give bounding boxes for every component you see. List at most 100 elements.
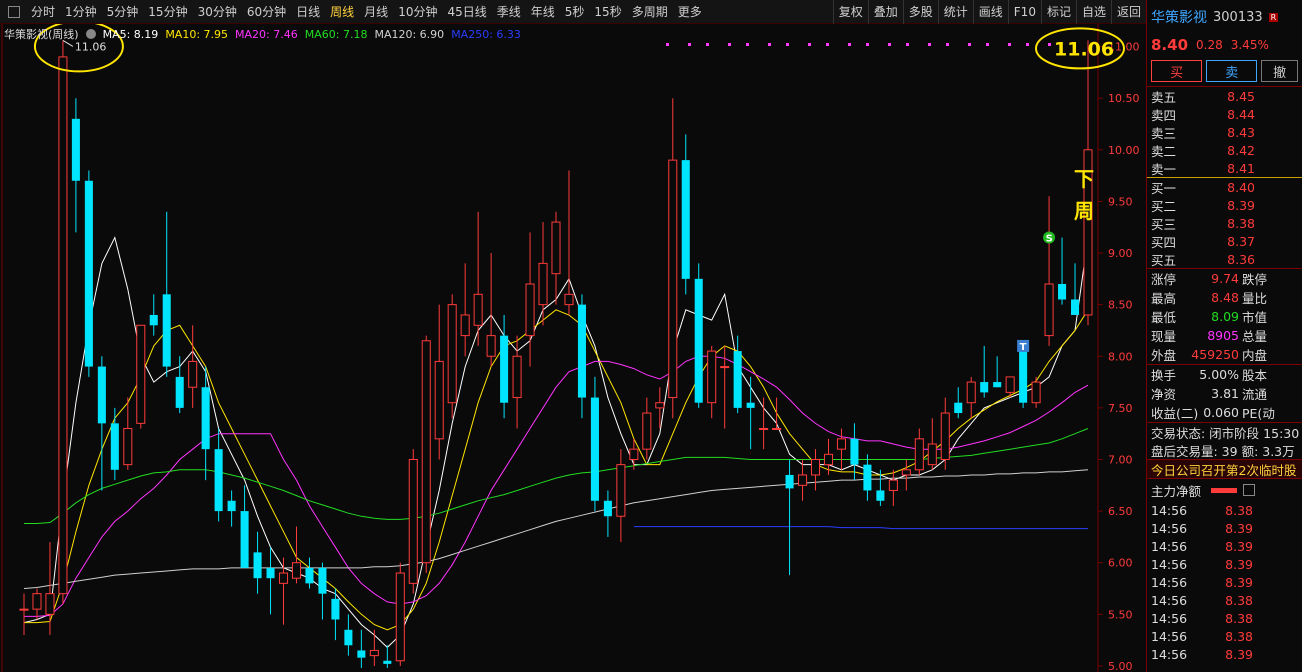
tick-price: 8.38: [1225, 592, 1253, 608]
candle-body-up: [810, 458, 821, 476]
tick-price: 8.39: [1225, 646, 1253, 662]
toolbar-action-button[interactable]: 统计: [937, 0, 973, 24]
y-axis-label: 7.00: [1108, 453, 1133, 466]
toolbar-action-button[interactable]: 标记: [1040, 0, 1076, 24]
toolbar-action-button[interactable]: 叠加: [867, 0, 903, 24]
candle-body-up: [655, 402, 665, 409]
stat-row: 收益(二) 0.060 PE(动: [1147, 403, 1302, 422]
news-ticker[interactable]: 今日公司召开第2次临时股: [1147, 459, 1302, 479]
window-menu-icon[interactable]: [8, 5, 20, 18]
period-tab[interactable]: 10分钟: [393, 0, 442, 24]
period-tab[interactable]: 60分钟: [242, 0, 291, 24]
settings-icon[interactable]: [85, 29, 96, 39]
tick-price: 8.39: [1225, 520, 1253, 536]
tick-price: 8.39: [1225, 574, 1253, 590]
candle-body-down: [954, 402, 963, 414]
stat-value: 8.48: [1211, 290, 1239, 305]
period-tab[interactable]: 45日线: [442, 0, 491, 24]
toolbar-action-button[interactable]: 画线: [972, 0, 1008, 24]
tick-time: 14:56: [1151, 646, 1188, 662]
main-flow-bar: [1211, 487, 1238, 493]
period-tab[interactable]: 年线: [526, 0, 560, 24]
bid-row: 买四 8.37: [1147, 232, 1302, 250]
stat-value: 0.060: [1203, 405, 1239, 420]
stat-value: 459250: [1191, 347, 1239, 362]
ask-row: 卖一 8.41: [1147, 159, 1302, 177]
period-tab[interactable]: 30分钟: [193, 0, 242, 24]
ask-row: 卖五 8.45: [1147, 87, 1302, 105]
candle-body-up: [291, 562, 302, 579]
period-tab[interactable]: 日线: [291, 0, 325, 24]
candle-body-up: [1005, 376, 1015, 393]
y-axis-label: 6.50: [1108, 505, 1133, 518]
bid-label: 买二: [1151, 198, 1177, 214]
candle-body-up: [823, 453, 834, 466]
ma-legend-item: MA120: 6.90: [374, 27, 445, 41]
ask-price: 8.44: [1227, 106, 1255, 122]
toolbar-action-button[interactable]: 多股: [902, 0, 938, 24]
toolbar-action-button[interactable]: F10: [1007, 0, 1041, 24]
candle-body-up: [901, 469, 911, 476]
period-tab[interactable]: 分时: [26, 0, 60, 24]
ask-price: 8.43: [1227, 124, 1255, 140]
bid-price: 8.38: [1227, 215, 1255, 231]
ask-label: 卖四: [1151, 107, 1177, 123]
candle-body-down: [305, 567, 314, 584]
ma-legend-item: MA60: 7.18: [304, 27, 368, 41]
y-axis-label: 7.50: [1108, 402, 1133, 415]
period-tab[interactable]: 月线: [359, 0, 393, 24]
stat-label: 净资: [1151, 387, 1177, 402]
candle-body-down: [318, 567, 327, 594]
stat-label: 涨停: [1151, 272, 1177, 287]
candle-body-down: [357, 650, 366, 658]
candle-body-down: [1058, 284, 1067, 300]
tick-row: 14:56 8.39: [1147, 537, 1302, 555]
candle-body-up: [395, 572, 405, 662]
candle-body-up: [927, 443, 937, 466]
kline-chart-svg[interactable]: 11.0010.5010.009.509.008.508.007.507.006…: [0, 24, 1146, 672]
y-axis-label: 9.00: [1108, 247, 1133, 260]
tick-time: 14:56: [1151, 556, 1188, 572]
candle-body-up: [888, 479, 898, 491]
candle-body-down: [97, 366, 106, 424]
ask-label: 卖一: [1151, 161, 1177, 177]
period-tab[interactable]: 1分钟: [60, 0, 102, 24]
signal-dot: [968, 43, 971, 46]
period-tab[interactable]: 更多: [673, 0, 707, 24]
after-hours-volume: 盘后交易量: 39 额: 3.3万: [1151, 443, 1295, 459]
candle-body-up: [966, 381, 976, 404]
candle-body-down: [253, 552, 262, 579]
tick-list[interactable]: 14:56 8.38 14:56 8.39 14:56 8.39 14:56 8.39 14:5…: [1147, 501, 1302, 663]
sell-button[interactable]: 卖: [1206, 60, 1258, 82]
cancel-order-button[interactable]: 撤: [1261, 60, 1298, 82]
toolbar-action-button[interactable]: 复权: [832, 0, 868, 24]
kline-chart[interactable]: 11.00 10.50 10.00 9.50 9.00 8.50 8.00 7.50 7.00 6…: [0, 24, 1146, 672]
stat-row: 换手 5.00% 股本: [1147, 365, 1302, 384]
price-change-pct: 3.45%: [1230, 38, 1269, 52]
tick-row: 14:56 8.38: [1147, 627, 1302, 645]
tick-time: 14:56: [1151, 502, 1188, 518]
period-tab[interactable]: 周线: [325, 0, 359, 24]
stock-name[interactable]: 华策影视: [1151, 7, 1207, 27]
period-tab[interactable]: 5分钟: [102, 0, 144, 24]
flow-detail-icon[interactable]: [1243, 484, 1256, 496]
period-tab[interactable]: 15秒: [589, 0, 626, 24]
candle-body-down: [785, 474, 794, 489]
candle-body-up: [525, 283, 535, 337]
period-tab[interactable]: 5秒: [560, 0, 590, 24]
candle-body-down: [980, 382, 989, 393]
candle-body-up: [188, 360, 198, 388]
period-tab[interactable]: 季线: [492, 0, 526, 24]
ask-label: 卖三: [1151, 125, 1177, 141]
period-tab[interactable]: 15分钟: [143, 0, 192, 24]
stat-label-2: 股本: [1242, 368, 1268, 383]
stat-label-2: PE(动: [1242, 406, 1275, 421]
toolbar-action-button[interactable]: 自选: [1075, 0, 1111, 24]
signal-dot: [946, 43, 949, 46]
signal-t-label: T: [1020, 342, 1027, 353]
stat-row: 最低 8.09 市值: [1147, 307, 1302, 326]
period-tab[interactable]: 多周期: [627, 0, 673, 24]
buy-button[interactable]: 买: [1151, 60, 1203, 82]
quote-header: 华策影视 300133 R: [1147, 0, 1302, 34]
toolbar-action-button[interactable]: 返回: [1110, 0, 1146, 24]
